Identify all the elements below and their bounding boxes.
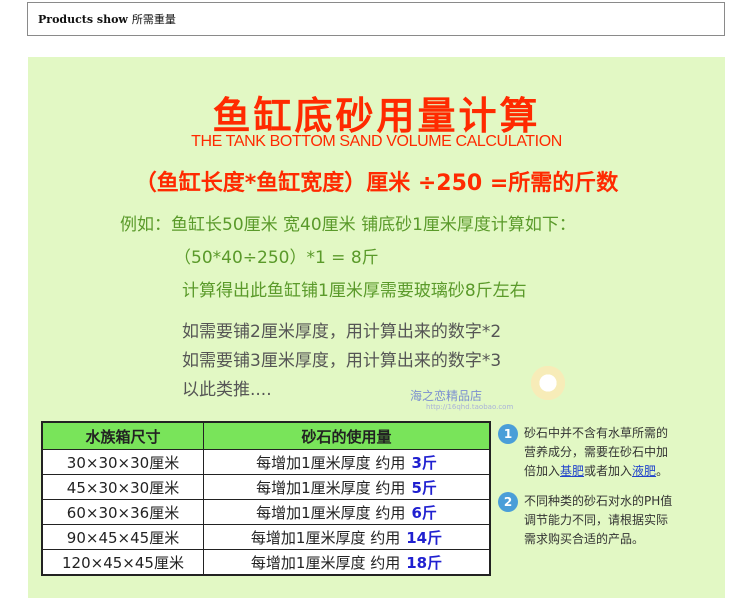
row-usage: 每增加1厘米厚度 约用 18斤 (203, 549, 491, 576)
table-row: 30×30×30厘米 每增加1厘米厚度 约用 3斤 (41, 449, 491, 475)
row-size: 30×30×30厘米 (41, 449, 204, 475)
note-2-line-1: 不同种类的砂石对水的PH值 (524, 494, 673, 508)
note-1-text-3: 。 (656, 464, 669, 478)
row-usage-text: 每增加1厘米厚度 约用 (256, 478, 406, 497)
table-row: 60×30×36厘米 每增加1厘米厚度 约用 6斤 (41, 499, 491, 525)
liquid-fertilizer-link[interactable]: 液肥 (632, 464, 656, 478)
row-amount: 18斤 (406, 553, 443, 572)
table-header-usage: 砂石的使用量 (203, 421, 491, 450)
note-1-line-3: 倍加入基肥或者加入液肥。 (524, 462, 744, 481)
note-2-line-3: 需求购买合适的产品。 (524, 532, 645, 546)
row-amount: 3斤 (411, 453, 437, 472)
header-chinese: 所需重量 (131, 13, 176, 26)
watermark-flower-icon (528, 363, 568, 403)
note-2-number-badge: 2 (498, 492, 518, 512)
row-usage-text: 每增加1厘米厚度 约用 (256, 503, 406, 522)
note-1: 砂石中并不含有水草所需的 营养成分，需要在砂石中加 倍加入基肥或者加入液肥。 (524, 424, 744, 481)
row-size: 120×45×45厘米 (41, 549, 204, 576)
watermark-url: http://16qhd.taobao.com (426, 403, 514, 411)
example-line-3: 计算得出此鱼缸铺1厘米厚需要玻璃砂8斤左右 (182, 281, 527, 301)
watermark-text: 海之恋精品店 (410, 389, 483, 403)
more-line-1: 如需要铺2厘米厚度，用计算出来的数字*2 (182, 322, 502, 342)
example-line-1: 例如：鱼缸长50厘米 宽40厘米 铺底砂1厘米厚度计算如下： (120, 215, 576, 235)
table-header-size: 水族箱尺寸 (41, 421, 204, 450)
row-usage: 每增加1厘米厚度 约用 6斤 (203, 499, 491, 525)
calculation-panel: 鱼缸底砂用量计算 THE TANK BOTTOM SAND VOLUME CAL… (28, 57, 725, 598)
row-amount: 6斤 (411, 503, 437, 522)
note-2: 不同种类的砂石对水的PH值 调节能力不同，请根据实际 需求购买合适的产品。 (524, 492, 744, 549)
row-usage-text: 每增加1厘米厚度 约用 (250, 528, 401, 547)
row-usage: 每增加1厘米厚度 约用 5斤 (203, 474, 491, 500)
row-usage: 每增加1厘米厚度 约用 3斤 (203, 449, 491, 475)
section-header: Products show 所需重量 (27, 2, 725, 36)
row-amount: 14斤 (406, 528, 443, 547)
row-size: 60×30×36厘米 (41, 499, 204, 525)
sand-usage-table: 水族箱尺寸 砂石的使用量 30×30×30厘米 每增加1厘米厚度 约用 3斤 45… (41, 421, 491, 576)
base-fertilizer-link[interactable]: 基肥 (560, 464, 584, 478)
more-line-3: 以此类推.... (182, 380, 272, 400)
note-1-text: 倍加入 (524, 464, 561, 478)
more-line-2: 如需要铺3厘米厚度，用计算出来的数字*3 (182, 351, 502, 371)
row-usage: 每增加1厘米厚度 约用 14斤 (203, 524, 491, 550)
note-1-number-badge: 1 (498, 424, 518, 444)
example-line-2: （50*40÷250）*1 = 8斤 (174, 248, 379, 268)
table-header-row: 水族箱尺寸 砂石的使用量 (41, 421, 491, 450)
note-1-line-1: 砂石中并不含有水草所需的 (524, 426, 669, 440)
table-row: 120×45×45厘米 每增加1厘米厚度 约用 18斤 (41, 549, 491, 576)
row-usage-text: 每增加1厘米厚度 约用 (256, 453, 406, 472)
row-amount: 5斤 (411, 478, 437, 497)
row-size: 45×30×30厘米 (41, 474, 204, 500)
note-1-line-2: 营养成分，需要在砂石中加 (524, 445, 669, 459)
header-english: Products show (38, 12, 128, 26)
page-title: 鱼缸底砂用量计算 (212, 94, 541, 138)
note-1-text-2: 或者加入 (584, 464, 633, 478)
note-2-line-2: 调节能力不同，请根据实际 (524, 513, 669, 527)
table-row: 90×45×45厘米 每增加1厘米厚度 约用 14斤 (41, 524, 491, 550)
formula-text: （鱼缸长度*鱼缸宽度）厘米 ÷250 =所需的斤数 (134, 171, 619, 196)
row-size: 90×45×45厘米 (41, 524, 204, 550)
page-subtitle: THE TANK BOTTOM SAND VOLUME CALCULATION (191, 133, 562, 150)
table-row: 45×30×30厘米 每增加1厘米厚度 约用 5斤 (41, 474, 491, 500)
row-usage-text: 每增加1厘米厚度 约用 (250, 553, 401, 572)
